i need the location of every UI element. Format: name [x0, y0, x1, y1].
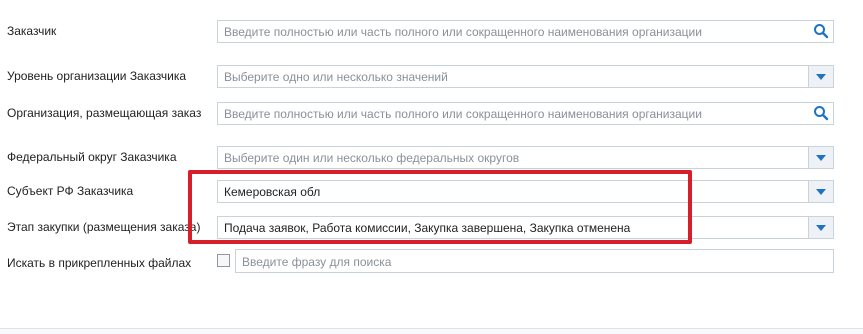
customer-input[interactable]: Введите полностью или часть полного или …: [217, 20, 834, 43]
placing-org-placeholder: Введите полностью или часть полного или …: [224, 107, 702, 121]
federal-district-dropdown-button[interactable]: [808, 147, 833, 168]
triangle-down-icon: [816, 155, 826, 161]
search-icon: [814, 106, 829, 121]
phrase-search-placeholder: Введите фразу для поиска: [242, 255, 392, 269]
region-label: Субъект РФ Заказчика: [7, 184, 134, 198]
triangle-down-icon: [816, 74, 826, 80]
federal-district-placeholder: Выберите один или несколько федеральных …: [224, 151, 520, 165]
attached-files-checkbox[interactable]: [217, 254, 230, 267]
triangle-down-icon: [816, 225, 826, 231]
org-level-label: Уровень организации Заказчика: [7, 69, 187, 83]
org-level-dropdown-button[interactable]: [808, 66, 833, 87]
attached-files-label: Искать в прикрепленных файлах: [7, 256, 192, 270]
placing-org-search-button[interactable]: [809, 103, 833, 124]
panel-bottom-edge: [0, 328, 863, 334]
placing-org-label: Организация, размещающая заказ: [7, 106, 202, 120]
phrase-search-input[interactable]: Введите фразу для поиска: [235, 249, 834, 273]
placing-org-input[interactable]: Введите полностью или часть полного или …: [217, 102, 834, 125]
federal-district-label: Федеральный округ Заказчика: [7, 150, 177, 164]
stage-dropdown-button[interactable]: [808, 217, 833, 238]
customer-label: Заказчик: [7, 24, 57, 38]
region-dropdown-button[interactable]: [808, 181, 833, 202]
stage-label: Этап закупки (размещения заказа): [7, 220, 201, 234]
org-level-placeholder: Выберите одно или несколько значений: [224, 70, 448, 84]
federal-district-select[interactable]: Выберите один или несколько федеральных …: [217, 146, 834, 169]
highlight-frame: [188, 170, 692, 244]
search-icon: [814, 24, 829, 39]
triangle-down-icon: [816, 189, 826, 195]
customer-search-button[interactable]: [809, 21, 833, 42]
org-level-select[interactable]: Выберите одно или несколько значений: [217, 65, 834, 88]
customer-placeholder: Введите полностью или часть полного или …: [224, 25, 702, 39]
